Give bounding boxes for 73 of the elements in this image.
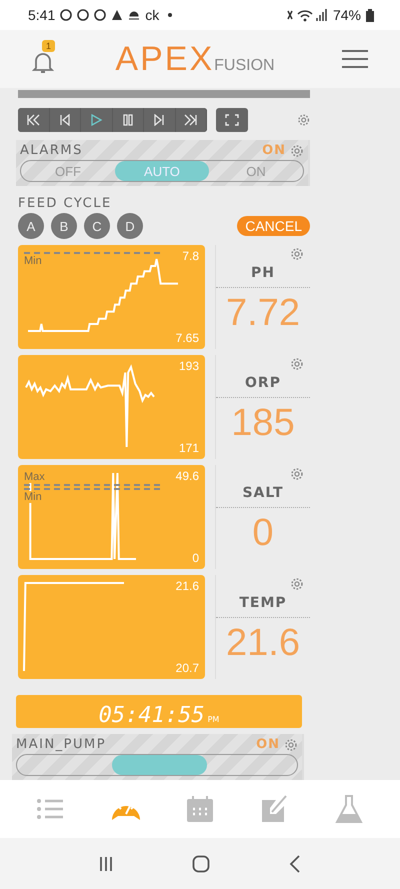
probe-value: 21.6 bbox=[226, 622, 300, 665]
mode-option[interactable]: AUTO bbox=[115, 161, 209, 181]
battery-level: 74% bbox=[332, 7, 361, 23]
notification-badge: 1 bbox=[42, 40, 56, 52]
logo-text: APEX bbox=[115, 40, 214, 78]
min-value: 171 bbox=[178, 441, 199, 455]
mode-option[interactable]: ON bbox=[209, 161, 303, 181]
home-icon[interactable] bbox=[192, 854, 210, 872]
battery-icon bbox=[366, 8, 374, 22]
min-value: 0 bbox=[192, 551, 199, 565]
status-text: ck bbox=[145, 7, 160, 23]
dot-icon bbox=[168, 13, 172, 17]
probe-name: ORP bbox=[216, 371, 310, 398]
probe-name: SALT bbox=[216, 481, 310, 508]
playback-button[interactable] bbox=[18, 108, 50, 132]
chart-tile[interactable]: 193 171 bbox=[18, 355, 205, 459]
max-value: 21.6 bbox=[176, 579, 199, 593]
next-icon bbox=[152, 114, 166, 126]
probe-value: 7.72 bbox=[226, 292, 300, 335]
panel-title: MAIN_PUMP bbox=[16, 737, 108, 752]
ring-icon bbox=[94, 9, 106, 21]
ring-icon bbox=[60, 9, 72, 21]
min-value: 7.65 bbox=[176, 331, 199, 345]
logo-subtext: FUSION bbox=[214, 56, 275, 74]
first-icon bbox=[26, 114, 40, 126]
last-icon bbox=[184, 114, 198, 126]
back-icon[interactable] bbox=[288, 854, 301, 872]
state-text: ON bbox=[262, 143, 286, 158]
flask-icon[interactable] bbox=[332, 794, 365, 824]
bell-icon[interactable] bbox=[32, 50, 54, 74]
feed-button[interactable]: B bbox=[51, 213, 77, 239]
chart-tile[interactable]: 21.6 20.7 bbox=[18, 575, 205, 679]
clock-time: 05:41:55 bbox=[98, 703, 205, 728]
settings-icon[interactable] bbox=[290, 467, 304, 481]
state-text: ON bbox=[256, 737, 280, 752]
min-value: 20.7 bbox=[176, 661, 199, 675]
cancel-button[interactable]: CANCEL bbox=[237, 216, 310, 236]
probe-value: 185 bbox=[231, 402, 295, 445]
limit-label: Min bbox=[24, 255, 44, 267]
settings-icon[interactable] bbox=[296, 113, 310, 127]
settings-icon[interactable] bbox=[290, 577, 304, 591]
probe-value: 0 bbox=[252, 512, 274, 555]
feed-button[interactable]: C bbox=[84, 213, 110, 239]
status-time: 5:41 bbox=[28, 7, 56, 23]
fullscreen-icon bbox=[224, 114, 239, 126]
play-icon bbox=[89, 114, 104, 126]
max-value: 7.8 bbox=[182, 249, 199, 263]
recent-apps-icon[interactable] bbox=[99, 856, 114, 872]
sunrise-icon bbox=[128, 10, 140, 20]
limit-label: Max bbox=[24, 471, 47, 483]
mode-selector[interactable] bbox=[16, 754, 298, 776]
settings-icon[interactable] bbox=[284, 738, 298, 752]
ring-icon bbox=[77, 9, 90, 21]
probe-name: TEMP bbox=[216, 591, 310, 618]
max-value: 49.6 bbox=[176, 469, 199, 483]
feed-button[interactable]: A bbox=[18, 213, 44, 239]
menu-icon[interactable] bbox=[342, 49, 368, 69]
pause-icon bbox=[120, 114, 135, 126]
settings-icon[interactable] bbox=[290, 247, 304, 261]
panel-title: ALARMS bbox=[20, 143, 84, 158]
max-value: 193 bbox=[178, 359, 199, 373]
section-title: FEED CYCLE bbox=[18, 196, 113, 211]
settings-icon[interactable] bbox=[290, 144, 304, 158]
fullscreen-button[interactable] bbox=[216, 108, 248, 132]
probe-name: PH bbox=[216, 261, 310, 288]
prev-icon bbox=[58, 114, 72, 126]
chart-tile[interactable]: Min 7.8 7.65 bbox=[18, 245, 205, 349]
limit-label: Min bbox=[24, 491, 44, 503]
clock-period: PM bbox=[208, 715, 220, 724]
settings-icon[interactable] bbox=[290, 357, 304, 371]
feed-button[interactable]: D bbox=[117, 213, 143, 239]
chart-tile[interactable]: Max Min 49.6 0 bbox=[18, 465, 205, 569]
mode-option[interactable]: OFF bbox=[21, 161, 115, 181]
